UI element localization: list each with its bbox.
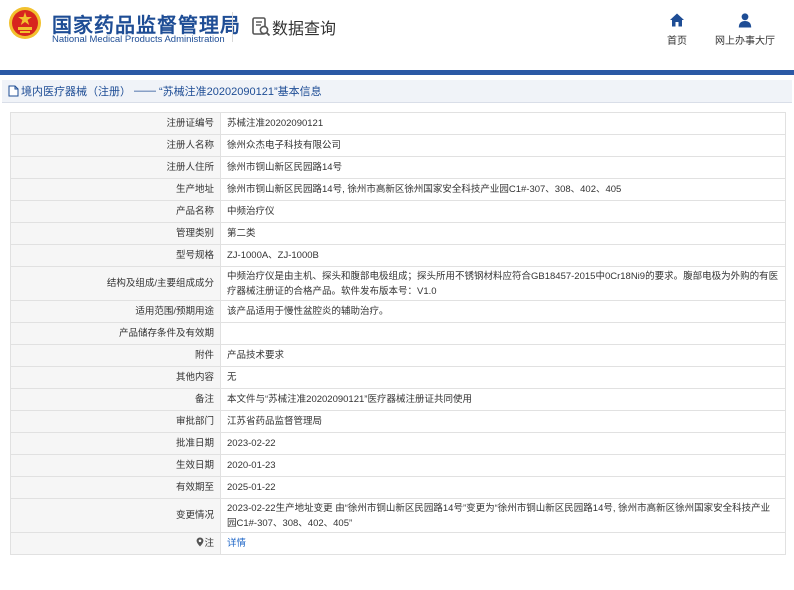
- document-icon: [8, 85, 19, 97]
- table-row-registrant-address: 注册人住所 徐州市铜山新区民园路14号: [10, 156, 786, 179]
- note-label-cell: 注: [10, 532, 221, 555]
- table-row-storage-conditions: 产品储存条件及有效期: [10, 322, 786, 345]
- field-label: 备注: [10, 388, 221, 411]
- table-row-attachment: 附件 产品技术要求: [10, 344, 786, 367]
- field-value: ZJ-1000A、ZJ-1000B: [220, 244, 786, 267]
- details-link[interactable]: 详情: [227, 538, 246, 549]
- field-label: 批准日期: [10, 432, 221, 455]
- table-row-approval-department: 审批部门 江苏省药品监督管理局: [10, 410, 786, 433]
- note-label: 注: [204, 538, 214, 549]
- site-header: 国家药品监督管理局 National Medical Products Admi…: [0, 0, 794, 56]
- field-label: 注册证编号: [10, 112, 221, 135]
- table-row-effective-date: 生效日期 2020-01-23: [10, 454, 786, 477]
- user-icon: [738, 13, 752, 28]
- field-label: 其他内容: [10, 366, 221, 389]
- nav-home-label: 首页: [667, 36, 687, 47]
- field-value: 无: [220, 366, 786, 389]
- brand-name-en: National Medical Products Administration: [52, 34, 225, 45]
- table-row-production-address: 生产地址 徐州市铜山新区民园路14号, 徐州市高新区徐州国家安全科技产业园C1#-…: [10, 178, 786, 201]
- field-label: 产品名称: [10, 200, 221, 223]
- table-row-management-class: 管理类别 第二类: [10, 222, 786, 245]
- data-search-icon: [252, 17, 271, 37]
- table-row-model-spec: 型号规格 ZJ-1000A、ZJ-1000B: [10, 244, 786, 267]
- table-row-intended-use: 适用范围/预期用途 该产品适用于慢性盆腔炎的辅助治疗。: [10, 300, 786, 323]
- field-value: 该产品适用于慢性盆腔炎的辅助治疗。: [220, 300, 786, 323]
- field-value: [220, 322, 786, 345]
- table-row-structure-composition: 结构及组成/主要组成成分 中频治疗仪是由主机、探头和腹部电极组成；探头所用不锈钢材…: [10, 266, 786, 301]
- header-rule: [0, 70, 794, 75]
- field-label: 结构及组成/主要组成成分: [10, 266, 221, 301]
- breadcrumb-separator: ——: [134, 85, 156, 97]
- field-value: 第二类: [220, 222, 786, 245]
- field-value: 中频治疗仪是由主机、探头和腹部电极组成；探头所用不锈钢材料应符合GB18457-…: [220, 266, 786, 301]
- nav-online-hall-label: 网上办事大厅: [715, 36, 775, 47]
- breadcrumb: 境内医疗器械（注册） —— “苏械注准20202090121”基本信息: [2, 80, 792, 103]
- field-value: 江苏省药品监督管理局: [220, 410, 786, 433]
- field-label: 有效期至: [10, 476, 221, 499]
- table-row-registrant-name: 注册人名称 徐州众杰电子科技有限公司: [10, 134, 786, 157]
- registration-info-table: 注册证编号 苏械注准20202090121 注册人名称 徐州众杰电子科技有限公司 注…: [10, 112, 786, 555]
- field-value: 2023-02-22: [220, 432, 786, 455]
- table-row-approval-date: 批准日期 2023-02-22: [10, 432, 786, 455]
- table-row-product-name: 产品名称 中频治疗仪: [10, 200, 786, 223]
- field-label: 产品储存条件及有效期: [10, 322, 221, 345]
- table-row-expiry-date: 有效期至 2025-01-22: [10, 476, 786, 499]
- field-value: 中频治疗仪: [220, 200, 786, 223]
- data-search-label: 数据查询: [272, 21, 337, 38]
- field-value: 产品技术要求: [220, 344, 786, 367]
- field-value: 徐州众杰电子科技有限公司: [220, 134, 786, 157]
- header-divider: [232, 12, 233, 42]
- data-search-title: 数据查询: [250, 15, 336, 39]
- field-label: 审批部门: [10, 410, 221, 433]
- field-value: 2023-02-22生产地址变更 由“徐州市铜山新区民园路14号”变更为“徐州市…: [220, 498, 786, 533]
- field-value: 2020-01-23: [220, 454, 786, 477]
- field-value: 苏械注准20202090121: [220, 112, 786, 135]
- nav-online-hall-button[interactable]: 网上办事大厅: [710, 12, 780, 47]
- field-label: 注册人住所: [10, 156, 221, 179]
- field-value: 本文件与“苏械注准20202090121”医疗器械注册证共同使用: [220, 388, 786, 411]
- table-row-note: 注 详情: [10, 532, 786, 555]
- field-label: 注册人名称: [10, 134, 221, 157]
- field-value: 徐州市铜山新区民园路14号: [220, 156, 786, 179]
- table-row-other-content: 其他内容无: [10, 366, 786, 389]
- note-value-cell: 详情: [220, 532, 786, 555]
- field-label: 型号规格: [10, 244, 221, 267]
- field-label: 附件: [10, 344, 221, 367]
- home-icon: [670, 13, 684, 27]
- table-row-change-history: 变更情况 2023-02-22生产地址变更 由“徐州市铜山新区民园路14号”变更为…: [10, 498, 786, 533]
- national-emblem-icon: [9, 7, 41, 39]
- field-value: 2025-01-22: [220, 476, 786, 499]
- field-label: 生产地址: [10, 178, 221, 201]
- field-label: 管理类别: [10, 222, 221, 245]
- field-label: 变更情况: [10, 498, 221, 533]
- table-row-remarks: 备注 本文件与“苏械注准20202090121”医疗器械注册证共同使用: [10, 388, 786, 411]
- breadcrumb-category[interactable]: 境内医疗器械（注册）: [21, 83, 131, 99]
- breadcrumb-title: “苏械注准20202090121”基本信息: [159, 86, 322, 98]
- field-label: 生效日期: [10, 454, 221, 477]
- table-row-registration-number: 注册证编号 苏械注准20202090121: [10, 112, 786, 135]
- field-value: 徐州市铜山新区民园路14号, 徐州市高新区徐州国家安全科技产业园C1#-307、…: [220, 178, 786, 201]
- field-label: 适用范围/预期用途: [10, 300, 221, 323]
- nav-home-button[interactable]: 首页: [660, 12, 694, 47]
